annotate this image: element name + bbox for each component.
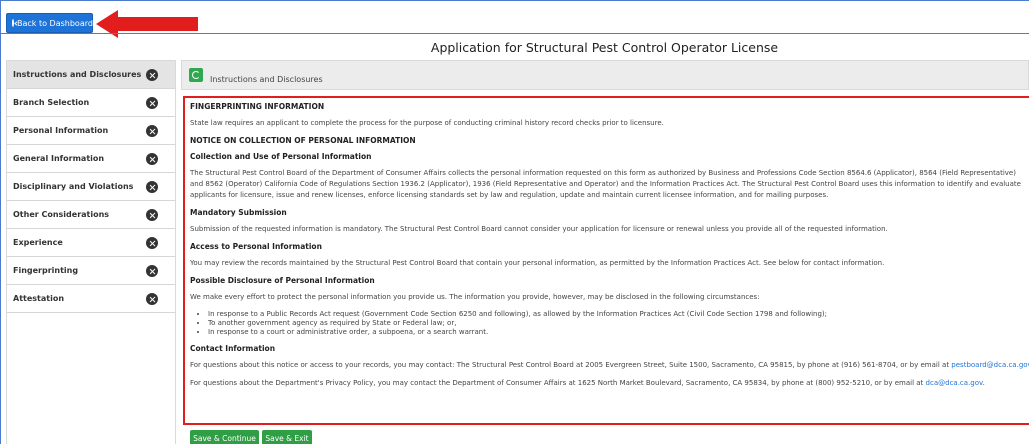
list-item: In response to a court or administrative… — [208, 328, 1024, 337]
contact-text-2: For questions about the Department's Pri… — [190, 379, 985, 387]
incomplete-x-icon — [146, 181, 158, 193]
save-and-continue-button[interactable]: Save & Continue — [190, 430, 259, 444]
mandatory-heading: Mandatory Submission — [190, 208, 287, 217]
fingerprinting-text: State law requires an applicant to compl… — [190, 119, 664, 127]
sidebar-item-label: General Information — [13, 154, 105, 163]
back-to-dashboard-button[interactable]: Back to Dashboard — [6, 13, 93, 33]
contact-text-2-body: For questions about the Department's Pri… — [190, 379, 924, 387]
contact-heading: Contact Information — [190, 344, 276, 353]
list-item: To another government agency as required… — [208, 319, 1024, 328]
fingerprinting-heading: FINGERPRINTING INFORMATION — [190, 102, 325, 111]
contact-text-1: For questions about this notice or acces… — [190, 360, 1029, 371]
dca-email-link[interactable]: dca@dca.ca.gov — [926, 379, 983, 387]
sidebar-item-personal-information[interactable]: Personal Information — [7, 117, 175, 145]
sidebar-item-general-information[interactable]: General Information — [7, 145, 175, 173]
sidebar-item-fingerprinting[interactable]: Fingerprinting — [7, 257, 175, 285]
disclosure-list: In response to a Public Records Act requ… — [208, 310, 1024, 337]
section-header-label: Instructions and Disclosures — [210, 75, 323, 84]
back-circle-icon — [12, 19, 14, 27]
mandatory-text: Submission of the requested information … — [190, 225, 888, 233]
disclosure-content: FINGERPRINTING INFORMATION State law req… — [183, 96, 1029, 425]
notice-heading: NOTICE ON COLLECTION OF PERSONAL INFORMA… — [190, 136, 416, 145]
sidebar-item-label: Attestation — [13, 294, 65, 303]
sidebar-item-disciplinary[interactable]: Disciplinary and Violations — [7, 173, 175, 201]
incomplete-x-icon — [146, 69, 158, 81]
disclosure-text: We make every effort to protect the pers… — [190, 293, 760, 301]
sidebar-item-label: Experience — [13, 238, 63, 247]
incomplete-x-icon — [146, 209, 158, 221]
save-and-exit-button[interactable]: Save & Exit — [262, 430, 312, 444]
header-divider — [0, 33, 1029, 34]
sidebar-item-label: Branch Selection — [13, 98, 90, 107]
incomplete-x-icon — [146, 293, 158, 305]
refresh-icon[interactable] — [189, 68, 203, 82]
sidebar-item-label: Fingerprinting — [13, 266, 79, 275]
incomplete-x-icon — [146, 265, 158, 277]
disclosure-heading: Possible Disclosure of Personal Informat… — [190, 276, 375, 285]
pestboard-email-link[interactable]: pestboard@dca.ca.gov — [951, 361, 1029, 369]
sidebar-item-other-considerations[interactable]: Other Considerations — [7, 201, 175, 229]
sidebar-item-instructions[interactable]: Instructions and Disclosures — [7, 61, 175, 89]
sidebar-item-branch-selection[interactable]: Branch Selection — [7, 89, 175, 117]
page-title: Application for Structural Pest Control … — [430, 40, 779, 55]
sidebar-item-label: Personal Information — [13, 126, 109, 135]
section-header: Instructions and Disclosures — [181, 60, 1029, 90]
incomplete-x-icon — [146, 237, 158, 249]
sidebar-item-label: Instructions and Disclosures — [13, 70, 142, 79]
collection-text: The Structural Pest Control Board of the… — [190, 169, 1021, 199]
access-text: You may review the records maintained by… — [190, 259, 885, 267]
contact-text-1-body: For questions about this notice or acces… — [190, 361, 950, 369]
back-to-dashboard-label: Back to Dashboard — [17, 18, 93, 28]
sidebar-item-label: Disciplinary and Violations — [13, 182, 134, 191]
collection-heading: Collection and Use of Personal Informati… — [190, 152, 372, 161]
incomplete-x-icon — [146, 125, 158, 137]
access-heading: Access to Personal Information — [190, 242, 322, 251]
sidebar: Instructions and Disclosures Branch Sele… — [6, 60, 176, 444]
sidebar-item-attestation[interactable]: Attestation — [7, 285, 175, 313]
incomplete-x-icon — [146, 97, 158, 109]
incomplete-x-icon — [146, 153, 158, 165]
sidebar-item-experience[interactable]: Experience — [7, 229, 175, 257]
sidebar-item-label: Other Considerations — [13, 210, 110, 219]
list-item: In response to a Public Records Act requ… — [208, 310, 1024, 319]
